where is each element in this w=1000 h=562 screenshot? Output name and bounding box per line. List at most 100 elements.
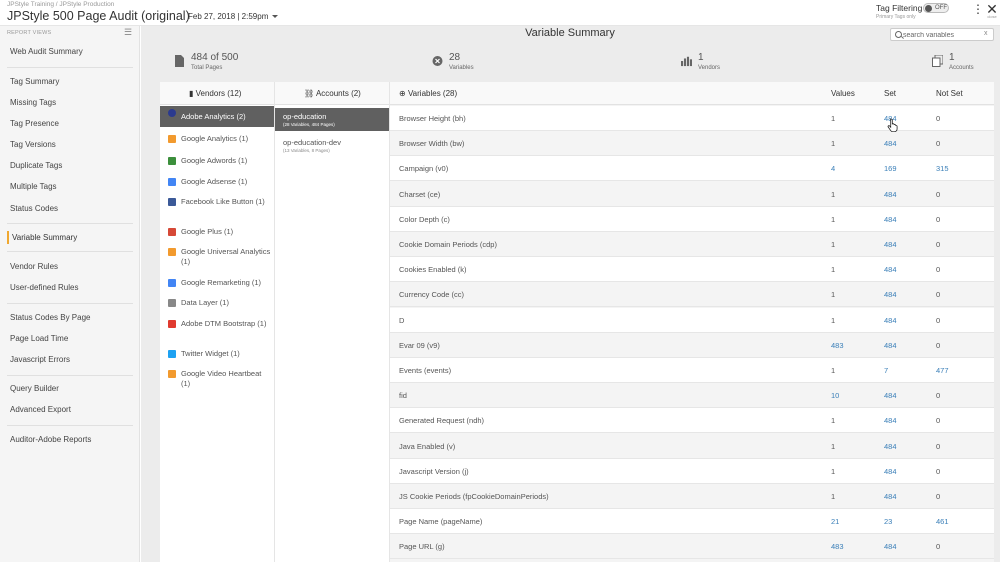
sidebar-item-query-builder[interactable]: Query Builder [10, 384, 59, 393]
close-button[interactable]: ✕ close [985, 2, 999, 19]
values-cell[interactable]: 1 [831, 215, 835, 224]
values-cell[interactable]: 483 [831, 341, 844, 350]
sidebar-item-tag-presence[interactable]: Tag Presence [10, 119, 59, 128]
sidebar-item-status-codes[interactable]: Status Codes [10, 204, 58, 213]
set-cell[interactable]: 484 [884, 316, 897, 325]
column-header-set[interactable]: Set [884, 89, 896, 98]
set-cell[interactable]: 484 [884, 265, 897, 274]
clear-search-icon[interactable]: x [984, 30, 988, 37]
sidebar-item-missing-tags[interactable]: Missing Tags [10, 98, 56, 107]
sidebar-item-duplicate-tags[interactable]: Duplicate Tags [10, 161, 62, 170]
values-cell[interactable]: 1 [831, 442, 835, 451]
set-cell[interactable]: 484 [884, 542, 897, 551]
not-set-cell[interactable]: 0 [936, 215, 940, 224]
sidebar-item-multiple-tags[interactable]: Multiple Tags [10, 182, 57, 191]
table-row[interactable]: Currency Code (cc) 1 484 0 [390, 282, 994, 308]
values-cell[interactable]: 1 [831, 190, 835, 199]
values-cell[interactable]: 10 [831, 391, 839, 400]
sidebar-item-tag-summary[interactable]: Tag Summary [10, 77, 59, 86]
table-row[interactable]: Browser Width (bw) 1 484 0 [390, 131, 994, 157]
not-set-cell[interactable]: 0 [936, 290, 940, 299]
set-cell[interactable]: 484 [884, 190, 897, 199]
table-row[interactable]: Page Name (pageName) 21 23 461 [390, 509, 994, 535]
table-row[interactable]: Evar 09 (v9) 483 484 0 [390, 333, 994, 358]
column-header-values[interactable]: Values [831, 89, 855, 98]
not-set-cell[interactable]: 0 [936, 391, 940, 400]
values-cell[interactable]: 1 [831, 265, 835, 274]
date-selector[interactable]: Feb 27, 2018 | 2:59pm [188, 12, 279, 21]
table-row[interactable]: Campaign (v0) 4 169 315 [390, 156, 994, 182]
not-set-cell[interactable]: 0 [936, 240, 940, 249]
not-set-cell[interactable]: 0 [936, 341, 940, 350]
set-cell[interactable]: 484 [884, 290, 897, 299]
not-set-cell[interactable]: 0 [936, 139, 940, 148]
values-cell[interactable]: 4 [831, 164, 835, 173]
sidebar-item-page-load-time[interactable]: Page Load Time [10, 334, 68, 343]
sidebar-item-web-audit-summary[interactable]: Web Audit Summary [10, 47, 83, 56]
table-row[interactable]: Page URL (g) 483 484 0 [390, 534, 994, 560]
values-cell[interactable]: 1 [831, 492, 835, 501]
variables-header-label[interactable]: ⊕ Variables (28) [399, 89, 457, 98]
not-set-cell[interactable]: 0 [936, 542, 940, 551]
sidebar-item-advanced-export[interactable]: Advanced Export [10, 405, 71, 414]
values-cell[interactable]: 1 [831, 139, 835, 148]
not-set-cell[interactable]: 0 [936, 114, 940, 123]
table-row[interactable]: Charset (ce) 1 484 0 [390, 182, 994, 207]
column-header-not-set[interactable]: Not Set [936, 89, 963, 98]
sidebar-item-user-defined-rules[interactable]: User-defined Rules [10, 283, 78, 292]
values-cell[interactable]: 1 [831, 467, 835, 476]
values-cell[interactable]: 483 [831, 542, 844, 551]
table-row[interactable]: Events (events) 1 7 477 [390, 358, 994, 383]
table-row[interactable]: Generated Request (ndh) 1 484 0 [390, 408, 994, 434]
set-cell[interactable]: 169 [884, 164, 897, 173]
not-set-cell[interactable]: 0 [936, 492, 940, 501]
set-cell[interactable]: 7 [884, 366, 888, 375]
not-set-cell[interactable]: 0 [936, 316, 940, 325]
set-cell[interactable]: 23 [884, 517, 892, 526]
not-set-cell[interactable]: 0 [936, 467, 940, 476]
table-row[interactable]: Color Depth (c) 1 484 0 [390, 206, 994, 232]
breadcrumb[interactable]: JPStyle Training / JPStyle Production [7, 1, 114, 8]
set-cell[interactable]: 484 [884, 442, 897, 451]
sidebar-item-auditor-adobe-reports[interactable]: Auditor-Adobe Reports [10, 435, 91, 444]
table-row[interactable]: Cookies Enabled (k) 1 484 0 [390, 257, 994, 283]
vendor-item[interactable]: Adobe Analytics (2) [160, 106, 274, 127]
set-cell[interactable]: 484 [884, 240, 897, 249]
table-row[interactable]: Javascript Version (j) 1 484 0 [390, 458, 994, 484]
sidebar-item-variable-summary[interactable]: Variable Summary [12, 233, 77, 242]
not-set-cell[interactable]: 477 [936, 366, 949, 375]
set-cell[interactable]: 484 [884, 139, 897, 148]
tag-filter-toggle[interactable]: OFF [923, 3, 949, 13]
sidebar-item-tag-versions[interactable]: Tag Versions [10, 140, 56, 149]
table-row[interactable]: Browser Height (bh) 1 484 0 [390, 106, 994, 131]
sidebar-item-status-codes-by-page[interactable]: Status Codes By Page [10, 313, 91, 322]
sidebar-item-vendor-rules[interactable]: Vendor Rules [10, 262, 58, 271]
set-cell[interactable]: 484 [884, 341, 897, 350]
not-set-cell[interactable]: 0 [936, 190, 940, 199]
set-cell[interactable]: 484 [884, 215, 897, 224]
not-set-cell[interactable]: 315 [936, 164, 949, 173]
sidebar-item-javascript-errors[interactable]: Javascript Errors [10, 355, 70, 364]
table-row[interactable]: JS Cookie Periods (fpCookieDomainPeriods… [390, 484, 994, 509]
search-input[interactable] [903, 30, 978, 40]
not-set-cell[interactable]: 0 [936, 442, 940, 451]
values-cell[interactable]: 1 [831, 316, 835, 325]
not-set-cell[interactable]: 461 [936, 517, 949, 526]
table-row[interactable]: fid 10 484 0 [390, 383, 994, 409]
not-set-cell[interactable]: 0 [936, 416, 940, 425]
values-cell[interactable]: 1 [831, 416, 835, 425]
set-cell[interactable]: 484 [884, 467, 897, 476]
values-cell[interactable]: 1 [831, 290, 835, 299]
set-cell[interactable]: 484 [884, 492, 897, 501]
not-set-cell[interactable]: 0 [936, 265, 940, 274]
table-row[interactable]: Cookie Domain Periods (cdp) 1 484 0 [390, 232, 994, 257]
values-cell[interactable]: 1 [831, 240, 835, 249]
values-cell[interactable]: 1 [831, 366, 835, 375]
menu-icon[interactable]: ☰ [124, 27, 132, 38]
account-item[interactable]: op-education-dev (13 Variables, 8 Pages) [275, 134, 389, 157]
table-row[interactable]: Java Enabled (v) 1 484 0 [390, 434, 994, 459]
table-row[interactable]: D 1 484 0 [390, 307, 994, 333]
search-variables-box[interactable]: x [890, 28, 994, 41]
more-options-icon[interactable]: ⋮ [972, 3, 984, 15]
set-cell[interactable]: 484 [884, 416, 897, 425]
